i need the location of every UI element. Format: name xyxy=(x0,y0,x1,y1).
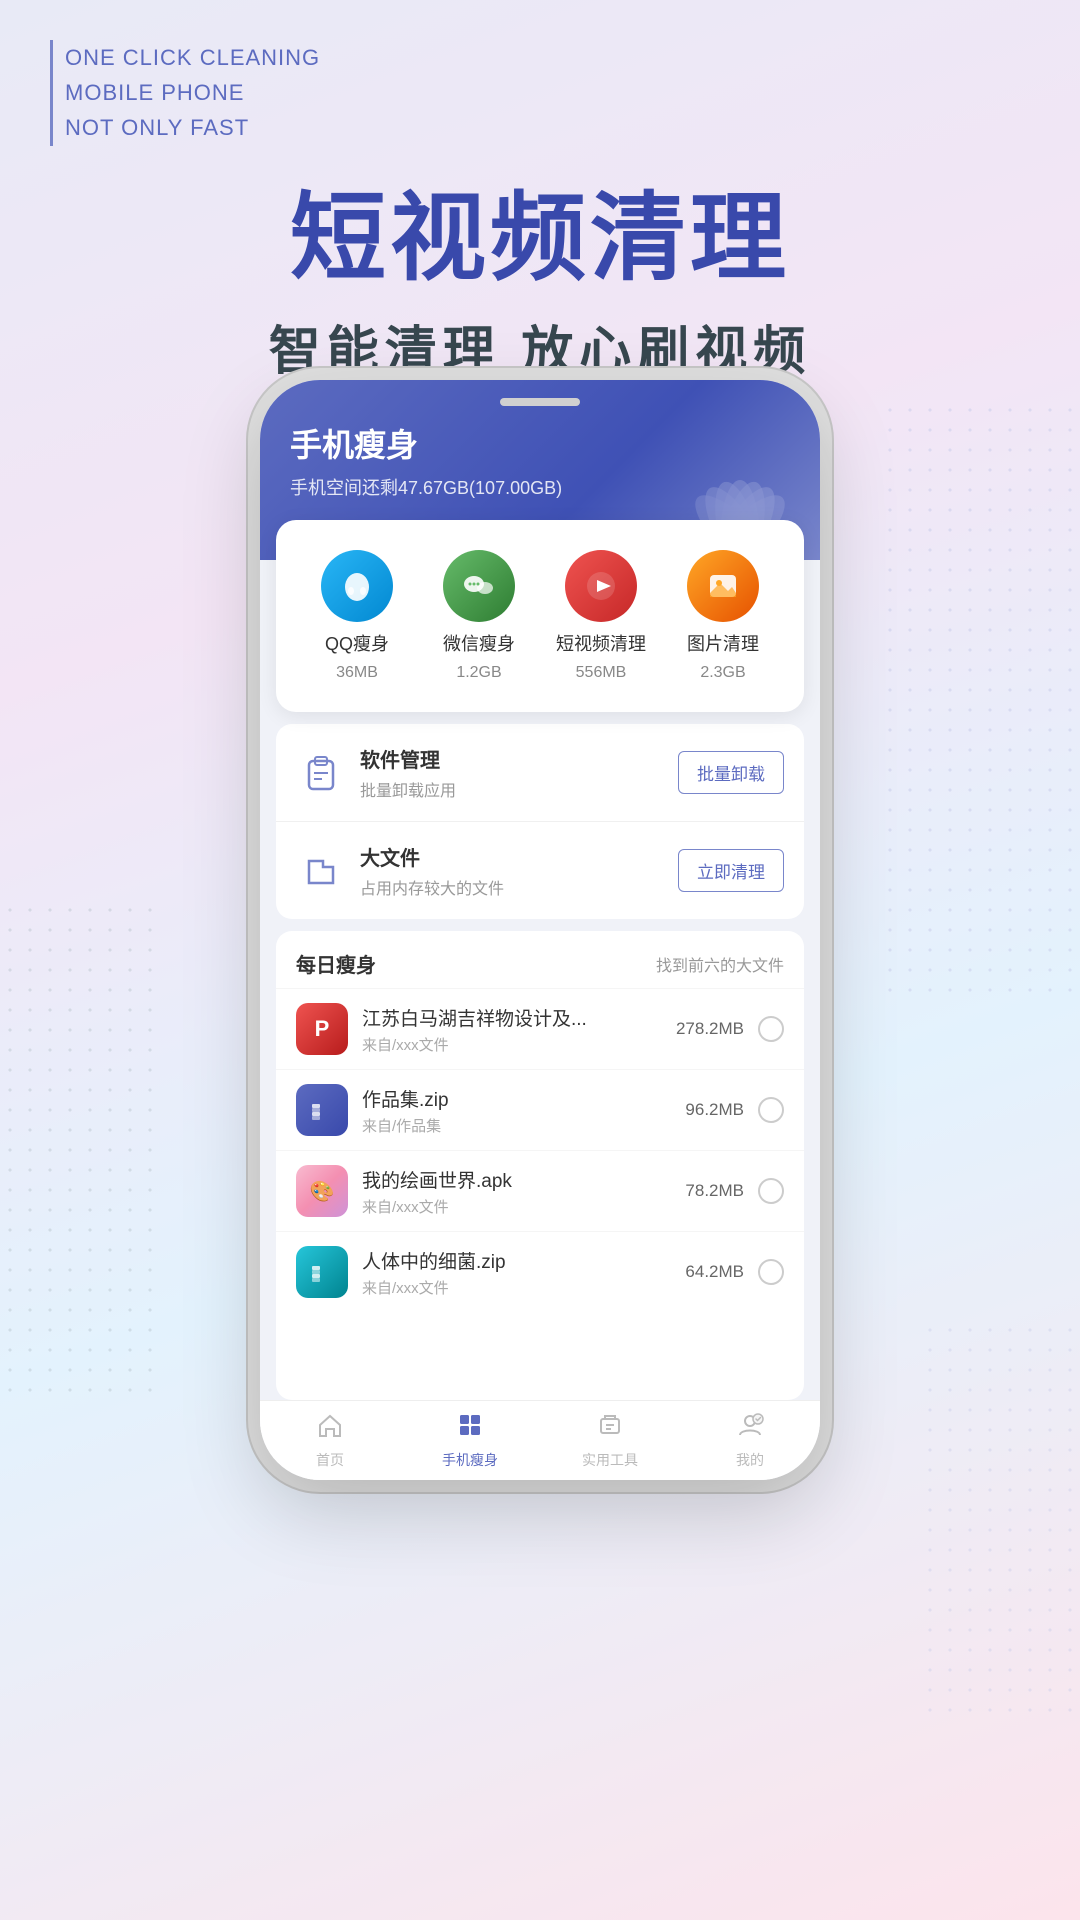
daily-item-drawing[interactable]: 🎨 我的绘画世界.apk 来自/xxx文件 78.2MB xyxy=(276,1150,804,1231)
software-management-item[interactable]: 软件管理 批量卸载应用 批量卸载 xyxy=(276,724,804,822)
daily-jiangsu-name: 江苏白马湖吉祥物设计及... xyxy=(362,1004,676,1031)
software-icon xyxy=(296,748,346,798)
nav-mine-label: 我的 xyxy=(736,1450,764,1470)
app-icon-video[interactable]: 短视频清理 556MB xyxy=(546,550,656,682)
app-icon-wechat[interactable]: 微信瘦身 1.2GB xyxy=(424,550,534,682)
tagline-line2: MOBILE PHONE xyxy=(65,75,320,110)
bigfile-title: 大文件 xyxy=(360,842,678,871)
app-icon-qq[interactable]: QQ瘦身 36MB xyxy=(302,550,412,682)
daily-jiangsu-text: 江苏白马湖吉祥物设计及... 来自/xxx文件 xyxy=(362,1004,676,1055)
hero-main-title: 短视频清理 xyxy=(0,160,1080,299)
nav-tools-label: 实用工具 xyxy=(582,1450,638,1470)
app-icons-row: QQ瘦身 36MB 微信瘦身 1.2GB xyxy=(296,550,784,682)
daily-item-works[interactable]: 作品集.zip 来自/作品集 96.2MB xyxy=(276,1069,804,1150)
daily-drawing-radio[interactable] xyxy=(758,1178,784,1204)
daily-icon-apk: 🎨 xyxy=(296,1165,348,1217)
nav-slim-label: 手机瘦身 xyxy=(442,1450,498,1470)
daily-bacteria-size: 64.2MB xyxy=(685,1262,744,1282)
daily-jiangsu-from: 来自/xxx文件 xyxy=(362,1034,676,1055)
list-section: 软件管理 批量卸载应用 批量卸载 大文件 占用内存较大的文件 立即清理 xyxy=(276,724,804,919)
daily-jiangsu-size: 278.2MB xyxy=(676,1019,744,1039)
daily-item-jiangsu[interactable]: P 江苏白马湖吉祥物设计及... 来自/xxx文件 278.2MB xyxy=(276,988,804,1069)
qq-icon-size: 36MB xyxy=(336,664,378,682)
wechat-icon-circle xyxy=(443,550,515,622)
home-icon xyxy=(316,1411,344,1446)
daily-icon-p: P xyxy=(296,1003,348,1055)
phone-mockup: 手机瘦身 手机空间还剩47.67GB(107.00GB) xyxy=(260,380,820,1480)
nav-home-label: 首页 xyxy=(316,1450,344,1470)
bg-dots-right xyxy=(880,400,1080,1000)
nav-slim[interactable]: 手机瘦身 xyxy=(400,1411,540,1470)
nav-tools[interactable]: 实用工具 xyxy=(540,1411,680,1470)
wechat-icon-name: 微信瘦身 xyxy=(443,630,515,656)
app-icon-photo[interactable]: 图片清理 2.3GB xyxy=(668,550,778,682)
daily-drawing-size: 78.2MB xyxy=(685,1181,744,1201)
daily-section: 每日瘦身 找到前六的大文件 P 江苏白马湖吉祥物设计及... 来自/xxx文件 … xyxy=(276,931,804,1400)
daily-icon-zip-green xyxy=(296,1246,348,1298)
software-desc: 批量卸载应用 xyxy=(360,777,678,801)
daily-drawing-text: 我的绘画世界.apk 来自/xxx文件 xyxy=(362,1166,685,1217)
daily-hint: 找到前六的大文件 xyxy=(656,952,784,976)
daily-icon-zip-blue xyxy=(296,1084,348,1136)
nav-home[interactable]: 首页 xyxy=(260,1411,400,1470)
bigfile-desc: 占用内存较大的文件 xyxy=(360,875,678,899)
hero-section: 短视频清理 智能清理 放心刷视频 xyxy=(0,160,1080,384)
photo-icon-size: 2.3GB xyxy=(700,664,745,682)
bigfile-icon xyxy=(296,846,346,896)
daily-header: 每日瘦身 找到前六的大文件 xyxy=(276,931,804,988)
bigfile-clean-button[interactable]: 立即清理 xyxy=(678,849,784,892)
video-icon-name: 短视频清理 xyxy=(556,630,646,656)
qq-icon-name: QQ瘦身 xyxy=(325,630,389,656)
daily-bacteria-text: 人体中的细菌.zip 来自/xxx文件 xyxy=(362,1247,685,1298)
daily-drawing-from: 来自/xxx文件 xyxy=(362,1196,685,1217)
qq-icon-circle xyxy=(321,550,393,622)
software-text: 软件管理 批量卸载应用 xyxy=(360,744,678,801)
daily-title: 每日瘦身 xyxy=(296,949,376,978)
software-batch-uninstall-button[interactable]: 批量卸载 xyxy=(678,751,784,794)
daily-bacteria-radio[interactable] xyxy=(758,1259,784,1285)
bigfile-text: 大文件 占用内存较大的文件 xyxy=(360,842,678,899)
nav-mine[interactable]: 我的 xyxy=(680,1411,820,1470)
daily-jiangsu-radio[interactable] xyxy=(758,1016,784,1042)
daily-works-name: 作品集.zip xyxy=(362,1085,685,1112)
daily-drawing-name: 我的绘画世界.apk xyxy=(362,1166,685,1193)
mine-icon xyxy=(736,1411,764,1446)
hero-sub-title: 智能清理 放心刷视频 xyxy=(0,309,1080,384)
tagline-line3: NOT ONLY FAST xyxy=(65,110,320,145)
daily-bacteria-from: 来自/xxx文件 xyxy=(362,1277,685,1298)
wechat-icon-size: 1.2GB xyxy=(456,664,501,682)
daily-bacteria-name: 人体中的细菌.zip xyxy=(362,1247,685,1274)
app-content: 手机瘦身 手机空间还剩47.67GB(107.00GB) xyxy=(260,380,820,1480)
app-icons-card: QQ瘦身 36MB 微信瘦身 1.2GB xyxy=(276,520,804,712)
bg-dots-left xyxy=(0,900,160,1400)
daily-works-text: 作品集.zip 来自/作品集 xyxy=(362,1085,685,1136)
tagline: ONE CLICK CLEANING MOBILE PHONE NOT ONLY… xyxy=(50,40,320,146)
slim-icon xyxy=(456,1411,484,1446)
tools-icon xyxy=(596,1411,624,1446)
software-title: 软件管理 xyxy=(360,744,678,773)
bg-dots-bottom-right xyxy=(920,1320,1080,1720)
daily-works-radio[interactable] xyxy=(758,1097,784,1123)
bigfile-item[interactable]: 大文件 占用内存较大的文件 立即清理 xyxy=(276,822,804,919)
bottom-navigation: 首页 手机瘦身 xyxy=(260,1400,820,1480)
photo-icon-name: 图片清理 xyxy=(687,630,759,656)
phone-speaker xyxy=(500,398,580,406)
daily-works-size: 96.2MB xyxy=(685,1100,744,1120)
daily-works-from: 来自/作品集 xyxy=(362,1115,685,1136)
video-icon-size: 556MB xyxy=(576,664,627,682)
daily-item-bacteria[interactable]: 人体中的细菌.zip 来自/xxx文件 64.2MB xyxy=(276,1231,804,1312)
tagline-line1: ONE CLICK CLEANING xyxy=(65,40,320,75)
photo-icon-circle xyxy=(687,550,759,622)
video-icon-circle xyxy=(565,550,637,622)
